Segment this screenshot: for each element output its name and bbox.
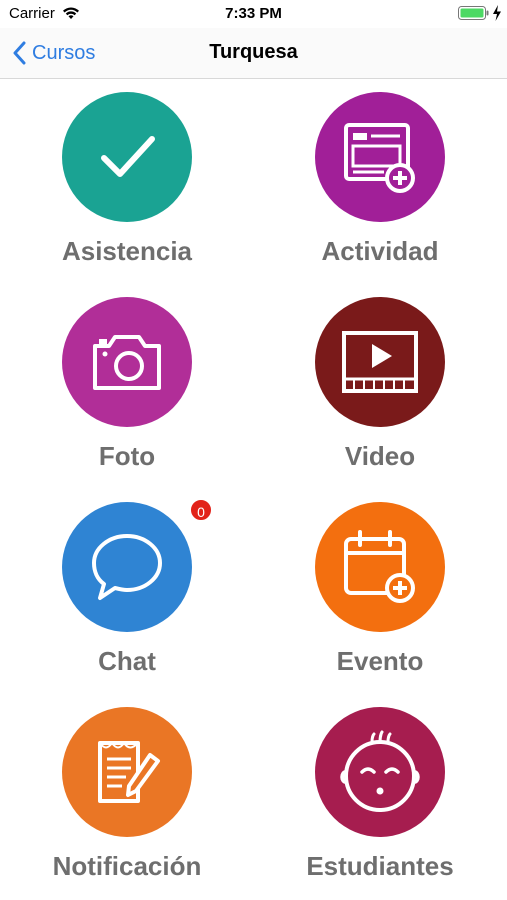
tile-label: Actividad xyxy=(321,236,439,266)
video-play-icon xyxy=(342,331,418,393)
menu-grid: Asistencia Actividad Foto Video 0 Chat E… xyxy=(0,80,507,900)
tile-video[interactable]: Video xyxy=(280,285,480,485)
tile-chat[interactable]: 0 Chat xyxy=(27,490,227,690)
evento-circle xyxy=(315,502,445,632)
tile-actividad[interactable]: Actividad xyxy=(280,80,480,280)
tile-asistencia[interactable]: Asistencia xyxy=(27,80,227,280)
baby-face-icon xyxy=(340,730,420,812)
tile-label: Notificación xyxy=(52,851,202,881)
tile-label: Chat xyxy=(98,646,156,676)
navigation-bar: Cursos Turquesa xyxy=(0,28,507,79)
tile-evento[interactable]: Evento xyxy=(280,490,480,690)
tile-label: Evento xyxy=(336,646,424,676)
notificacion-circle xyxy=(62,707,192,837)
unread-badge: 0 xyxy=(189,498,213,522)
foto-circle xyxy=(62,297,192,427)
tile-label: Video xyxy=(344,441,416,471)
status-time: 7:33 PM xyxy=(225,5,282,22)
chat-circle xyxy=(62,502,192,632)
tile-notificacion[interactable]: Notificación xyxy=(27,695,227,895)
page-title: Turquesa xyxy=(209,41,298,63)
charging-bolt-icon xyxy=(493,5,501,21)
status-bar: Carrier 7:33 PM xyxy=(0,0,507,28)
tile-label: Foto xyxy=(98,441,156,471)
tile-estudiantes[interactable]: Estudiantes xyxy=(280,695,480,895)
battery-icon xyxy=(458,6,489,20)
asistencia-circle xyxy=(62,92,192,222)
tile-foto[interactable]: Foto xyxy=(27,285,227,485)
calendar-add-icon xyxy=(344,530,415,603)
estudiantes-circle xyxy=(315,707,445,837)
video-circle xyxy=(315,297,445,427)
actividad-circle xyxy=(315,92,445,222)
tile-label: Asistencia xyxy=(61,236,193,266)
checkmark-icon xyxy=(101,136,155,177)
chat-bubble-icon xyxy=(92,534,162,600)
add-activity-icon xyxy=(344,123,415,193)
note-pencil-icon xyxy=(98,741,160,803)
tile-label: Estudiantes xyxy=(306,851,454,881)
camera-icon xyxy=(93,335,161,390)
